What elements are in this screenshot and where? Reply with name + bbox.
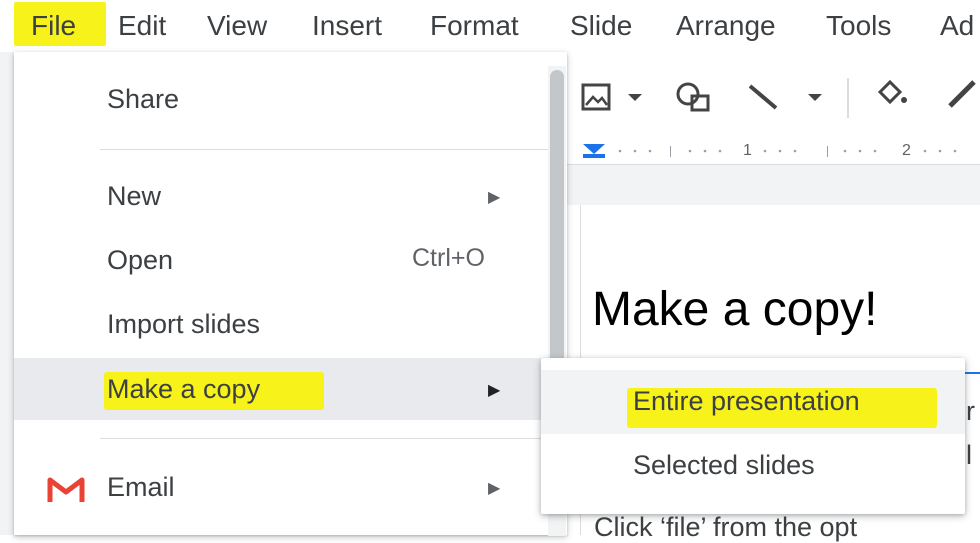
- menu-format[interactable]: Format: [430, 8, 519, 44]
- text-box-border: [964, 372, 980, 374]
- menu-item-email[interactable]: Email ▶: [14, 456, 567, 518]
- slide-text-fragment: r: [966, 396, 975, 426]
- menu-separator: [100, 438, 556, 439]
- menu-item-share[interactable]: Share: [14, 68, 567, 130]
- pen-icon[interactable]: [944, 78, 980, 112]
- filmstrip-edge: [0, 52, 14, 535]
- slide-title[interactable]: Make a copy!: [592, 282, 877, 337]
- submenu-item-label: Entire presentation: [633, 386, 860, 416]
- menu-item-label: Open: [107, 245, 174, 275]
- shortcut-label: Ctrl+O: [412, 244, 485, 272]
- gmail-icon: [47, 477, 85, 502]
- menu-insert[interactable]: Insert: [312, 8, 382, 44]
- menu-arrange[interactable]: Arrange: [676, 8, 776, 44]
- menu-item-label: Make a copy: [107, 374, 261, 404]
- menu-add-ons[interactable]: Ad: [940, 8, 974, 44]
- menu-slide[interactable]: Slide: [570, 8, 632, 44]
- menu-item-import-slides[interactable]: Import slides: [14, 293, 567, 355]
- menu-item-make-a-copy[interactable]: Make a copy ▶: [14, 358, 567, 420]
- menu-scrollbar-thumb[interactable]: [550, 70, 564, 370]
- chevron-down-icon[interactable]: [626, 90, 644, 104]
- line-icon[interactable]: [746, 80, 786, 114]
- menu-item-label: New: [107, 181, 162, 211]
- submenu-item-label: Selected slides: [633, 450, 815, 480]
- menu-item-label: Email: [107, 472, 175, 502]
- make-a-copy-submenu: Entire presentation Selected slides: [541, 358, 965, 514]
- submenu-item-selected-slides[interactable]: Selected slides: [541, 434, 965, 498]
- toolbar-divider: [847, 78, 849, 118]
- menu-tools[interactable]: Tools: [826, 8, 891, 44]
- submenu-item-entire-presentation[interactable]: Entire presentation: [541, 370, 965, 434]
- ruler-number: 2: [902, 142, 911, 159]
- ruler: [565, 138, 980, 165]
- menu-edit[interactable]: Edit: [118, 8, 166, 44]
- image-icon[interactable]: [580, 80, 614, 114]
- slide-body-text[interactable]: Click ‘file’ from the opt: [594, 512, 857, 543]
- menu-item-open[interactable]: Open Ctrl+O: [14, 229, 567, 291]
- menu-item-new[interactable]: New ▶: [14, 165, 567, 227]
- file-menu: Share New ▶ Open Ctrl+O Import slides Ma…: [14, 52, 567, 535]
- menu-item-label: Import slides: [107, 309, 261, 339]
- menu-bar: File Edit View Insert Format Slide Arran…: [0, 0, 980, 52]
- canvas-background: [565, 165, 980, 205]
- menu-separator: [100, 149, 556, 150]
- slide-text-fragment: l: [966, 440, 972, 470]
- submenu-arrow-icon: ▶: [488, 382, 501, 399]
- menu-file[interactable]: File: [31, 8, 76, 44]
- ruler-number: 1: [743, 142, 752, 159]
- shape-icon[interactable]: [672, 80, 716, 114]
- chevron-down-icon[interactable]: [806, 90, 824, 104]
- menu-item-label: Share: [107, 84, 180, 114]
- menu-view[interactable]: View: [207, 8, 267, 44]
- submenu-arrow-icon: ▶: [488, 480, 501, 497]
- fill-color-icon[interactable]: [872, 78, 912, 112]
- submenu-arrow-icon: ▶: [488, 189, 501, 206]
